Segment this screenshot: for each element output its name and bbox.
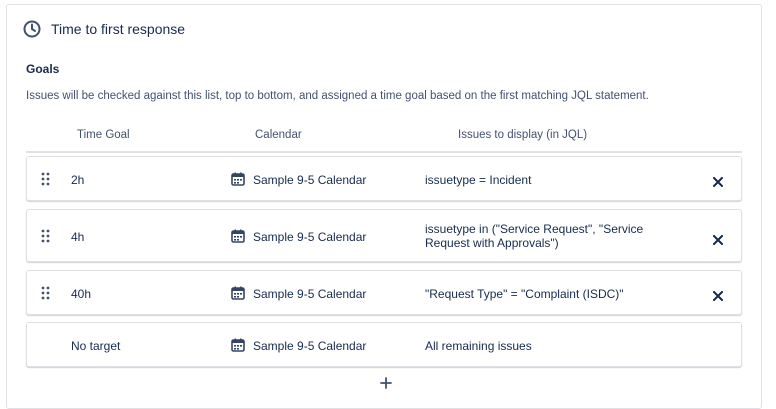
calendar-name[interactable]: Sample 9-5 Calendar [253,173,366,187]
sla-goals-panel: Time to first response Goals Issues will… [6,4,762,409]
goals-heading: Goals [26,62,60,76]
time-goal-value[interactable]: No target [71,339,120,353]
panel-header: Time to first response [23,17,185,41]
goal-row[interactable]: 2h Sample 9-5 Calendar issuetype = Incid… [26,156,742,201]
remove-icon[interactable] [713,288,723,301]
column-header-jql: Issues to display (in JQL) [458,129,588,141]
remove-icon[interactable] [713,174,723,187]
goal-row[interactable]: 40h Sample 9-5 Calendar "Request Type" =… [26,270,742,315]
column-header-calendar: Calendar [255,129,302,141]
drag-handle-icon[interactable] [41,286,51,300]
remove-icon[interactable] [713,232,723,245]
jql-query[interactable]: issuetype in ("Service Request", "Servic… [425,222,655,250]
calendar-icon [231,172,245,186]
column-header-time-goal: Time Goal [77,129,130,141]
drag-handle-icon[interactable] [41,172,51,186]
calendar-icon [231,286,245,300]
goals-description: Issues will be checked against this list… [26,90,649,102]
jql-query: All remaining issues [425,339,532,353]
time-goal-value[interactable]: 2h [71,173,84,187]
goal-row[interactable]: No target Sample 9-5 Calendar All remain… [26,322,742,367]
calendar-name[interactable]: Sample 9-5 Calendar [253,287,366,301]
calendar-name[interactable]: Sample 9-5 Calendar [253,230,366,244]
calendar-icon [231,338,245,352]
calendar-name[interactable]: Sample 9-5 Calendar [253,339,366,353]
add-goal-button[interactable] [378,377,394,393]
goal-row[interactable]: 4h Sample 9-5 Calendar issuetype in ("Se… [26,209,742,262]
panel-title: Time to first response [51,21,186,37]
plus-icon [380,376,392,394]
clock-icon [23,20,41,38]
time-goal-value[interactable]: 4h [71,230,84,244]
jql-query[interactable]: "Request Type" = "Complaint (ISDC)" [425,287,655,301]
time-goal-value[interactable]: 40h [71,287,91,301]
goals-table-header: Time Goal Calendar Issues to display (in… [26,127,742,153]
calendar-icon [231,229,245,243]
drag-handle-icon[interactable] [41,229,51,243]
jql-query[interactable]: issuetype = Incident [425,173,655,187]
